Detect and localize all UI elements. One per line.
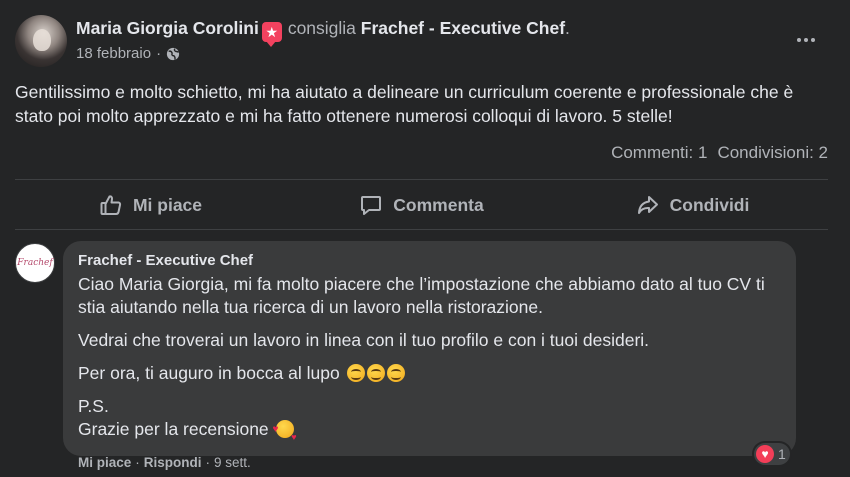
header-period: . xyxy=(565,18,570,38)
comment-body: Ciao Maria Giorgia, mi fa molto piacere … xyxy=(78,273,778,449)
comment-actions-separator: · xyxy=(205,455,211,470)
more-icon xyxy=(797,38,801,42)
smiling-face-icon xyxy=(346,364,365,382)
recommends-label: consiglia xyxy=(287,18,356,38)
divider xyxy=(15,229,828,230)
comments-count[interactable]: Commenti: 1 xyxy=(611,143,707,163)
share-icon xyxy=(637,196,658,214)
more-options-button[interactable] xyxy=(792,30,820,50)
ps-label: P.S. xyxy=(78,396,109,416)
post-date[interactable]: 18 febbraio xyxy=(76,45,151,62)
comment-paragraph: Per ora, ti auguro in bocca al lupo xyxy=(78,362,778,385)
comment-like-button[interactable]: Mi piace xyxy=(78,455,131,470)
comment-timestamp[interactable]: 9 sett. xyxy=(214,455,251,470)
comment-paragraph: Vedrai che troverai un lavoro in linea c… xyxy=(78,330,650,350)
star-badge-icon: ★ xyxy=(261,22,282,47)
post-author-avatar[interactable] xyxy=(15,15,67,67)
comment-author-name[interactable]: Frachef - Executive Chef xyxy=(78,252,253,269)
comment-button[interactable]: Commenta xyxy=(286,180,557,230)
commenter-avatar[interactable]: Frachef xyxy=(15,243,55,283)
share-label: Condividi xyxy=(669,194,750,215)
like-label: Mi piace xyxy=(132,194,203,215)
recommended-page-name[interactable]: Frachef - Executive Chef xyxy=(361,18,565,38)
like-button[interactable]: Mi piace xyxy=(15,180,286,230)
heart-icon: ♥ xyxy=(756,445,774,463)
post-counts: Commenti: 1 Condivisioni: 2 xyxy=(611,143,828,163)
comment-paragraph: Ciao Maria Giorgia, mi fa molto piacere … xyxy=(78,274,765,317)
smiling-face-icon xyxy=(386,364,405,382)
post-text: Gentilissimo e molto schietto, mi ha aiu… xyxy=(15,82,794,126)
comment-icon xyxy=(361,196,382,215)
meta-separator: · xyxy=(156,45,162,62)
post-meta: 18 febbraio · xyxy=(76,45,180,62)
post-action-bar: Mi piace Commenta Condividi xyxy=(15,180,828,230)
comment-actions: Mi piace · Rispondi · 9 sett. xyxy=(78,455,251,470)
share-button[interactable]: Condividi xyxy=(557,180,828,230)
comment-actions-separator: · xyxy=(135,455,140,470)
post-author-name[interactable]: Maria Giorgia Corolini xyxy=(76,18,259,38)
comment-reaction-count[interactable]: ♥ 1 xyxy=(754,443,790,465)
smiling-face-icon xyxy=(366,364,385,382)
shares-count[interactable]: Condivisioni: 2 xyxy=(717,143,828,163)
reaction-count: 1 xyxy=(778,446,786,462)
post-header: Maria Giorgia Corolini ★ consiglia Frachef… xyxy=(76,18,570,47)
smiling-face-with-hearts-icon xyxy=(273,418,297,449)
thumbs-up-icon xyxy=(100,195,122,215)
comment-paragraph: Grazie per la recensione xyxy=(78,418,778,449)
ps-text: Grazie per la recensione xyxy=(78,419,269,439)
globe-icon xyxy=(166,47,180,60)
comment-text: Per ora, ti auguro in bocca al lupo xyxy=(78,363,340,383)
comment-reply-button[interactable]: Rispondi xyxy=(144,455,202,470)
comment-label: Commenta xyxy=(393,194,484,215)
